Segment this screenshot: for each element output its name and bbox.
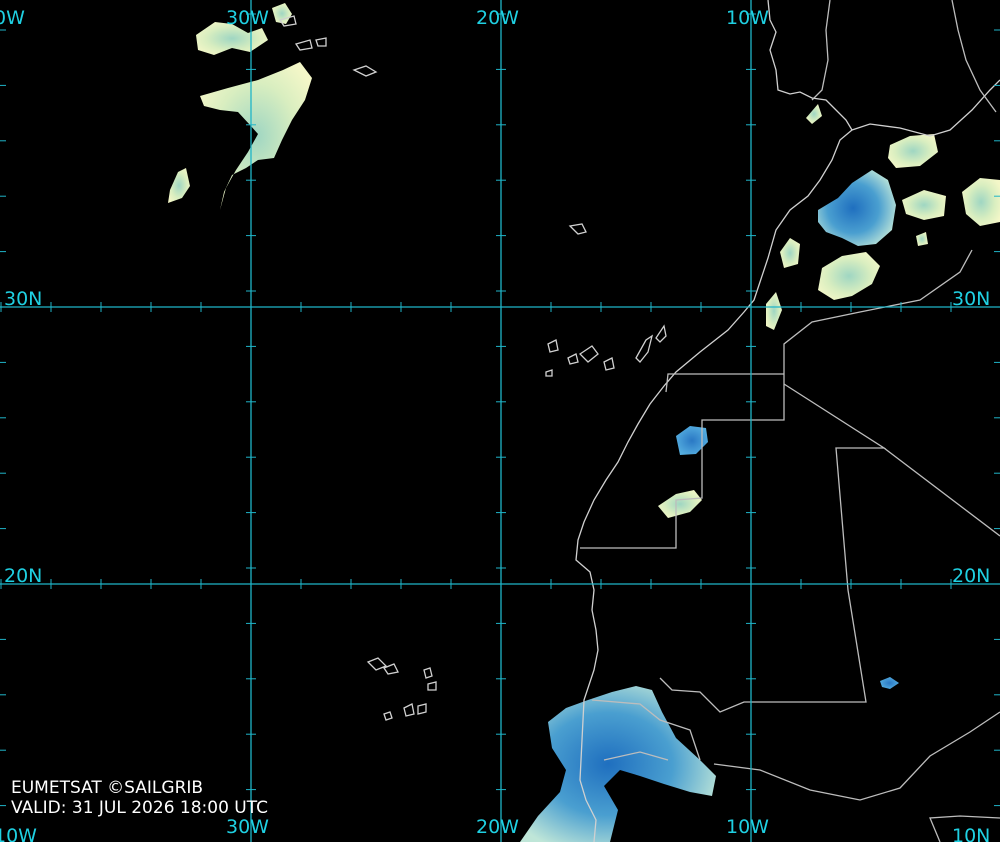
cloud-cluster-west-africa (520, 686, 716, 842)
lon-label-bottom-10w: 10W (726, 816, 769, 838)
lat-label-left-20n: 20N (4, 565, 42, 587)
lat-label-right-20n: 20N (952, 565, 990, 587)
satellite-map: 0W 30W 20W 10W 30N 30N 20N 20N 10W 30W 2… (0, 0, 1000, 842)
lat-label-left-30n: 30N (4, 288, 42, 310)
lat-label-bottom-10n: 10N (952, 825, 990, 842)
lat-label-right-30n: 30N (952, 288, 990, 310)
lon-label-top-20w: 20W (476, 7, 519, 29)
valid-time: VALID: 31 JUL 2026 18:00 UTC (11, 798, 269, 818)
cloud-cluster-sahara (658, 426, 899, 689)
cloud-layer (168, 3, 1000, 842)
graticule-ticks (0, 13, 1000, 807)
lon-label-top-30w: 30W (226, 7, 269, 29)
lon-label-bottom-left: 10W (0, 825, 37, 842)
lon-label-bottom-20w: 20W (476, 816, 519, 838)
credit-overlay: EUMETSAT ©SAILGRIB VALID: 31 JUL 2026 18… (11, 778, 268, 818)
credit-source: EUMETSAT ©SAILGRIB (11, 778, 204, 798)
lon-label-bottom-30w: 30W (226, 816, 269, 838)
lon-label-top-0: 0W (0, 7, 25, 29)
grid-labels: 0W 30W 20W 10W 30N 30N 20N 20N 10W 30W 2… (0, 7, 990, 842)
cloud-cluster-northwest (168, 3, 312, 210)
lon-label-top-10w: 10W (726, 7, 769, 29)
